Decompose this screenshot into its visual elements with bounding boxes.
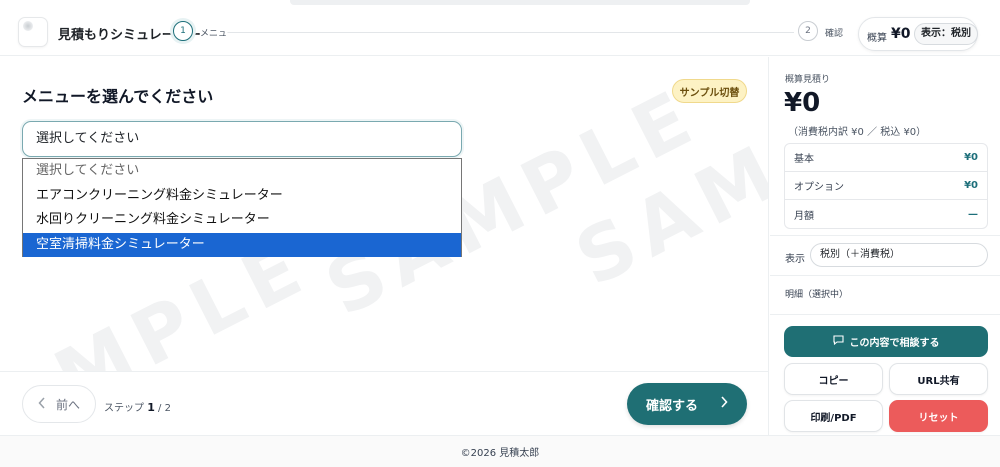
display-mode-select[interactable]: 税別（＋消費税）	[810, 243, 988, 267]
step-progress-line	[228, 32, 794, 33]
breakdown-row: 基本 ¥0	[785, 144, 987, 172]
tax-breakdown: （消費税内訳 ¥0 ／ 税込 ¥0）	[788, 127, 927, 138]
breakdown-row: 月額 —	[785, 200, 987, 228]
prev-button[interactable]: 前へ	[22, 385, 96, 423]
copy-button[interactable]: コピー	[784, 363, 883, 395]
share-url-button[interactable]: URL共有	[889, 363, 988, 395]
estimate-total: ¥0	[784, 88, 821, 118]
step-counter-prefix: ステップ	[104, 403, 144, 414]
consult-button[interactable]: この内容で相談する	[784, 326, 988, 357]
step-2-label: 確認	[825, 29, 844, 39]
main-panel: SAMPLE SAMPLE SAMPLE メニューを選んでください サンプル切替…	[0, 57, 769, 435]
breakdown-value: —	[968, 208, 978, 220]
summary-amount: ¥0	[891, 26, 911, 42]
page-footer: ©2026 見積太郎	[0, 435, 1000, 467]
copyright-text: ©2026 見積太郎	[460, 448, 540, 459]
menu-dropdown-list: 選択してください エアコンクリーニング料金シミュレーター 水回りクリーニング料金…	[22, 158, 462, 257]
confirm-button-label: 確認する	[645, 398, 698, 414]
breakdown-label: オプション	[794, 182, 844, 193]
top-bar-shape	[290, 0, 750, 5]
estimate-sidebar: 概算見積り ¥0 （消費税内訳 ¥0 ／ 税込 ¥0） 基本 ¥0 オプション …	[770, 57, 1000, 435]
chat-icon	[832, 335, 844, 348]
sidebar-title: 概算見積り	[785, 75, 831, 85]
step-1-indicator[interactable]: 1	[173, 21, 193, 41]
dropdown-option-placeholder[interactable]: 選択してください	[23, 159, 461, 184]
sidebar-divider	[770, 314, 1000, 315]
step-navigation-bar: 前へ ステップ 1 / 2 確認する	[0, 371, 768, 435]
sidebar-divider	[770, 275, 1000, 276]
detail-section-label: 明細（選択中）	[785, 290, 849, 300]
summary-label: 概算	[867, 33, 887, 44]
step-2-indicator[interactable]: 2	[798, 21, 818, 41]
dropdown-option-vacant-room[interactable]: 空室清掃料金シミュレーター	[23, 232, 461, 257]
menu-select[interactable]: 選択してください	[22, 121, 462, 157]
step-counter-total: / 2	[158, 403, 171, 414]
chevron-right-icon	[720, 396, 728, 412]
sample-toggle-button[interactable]: サンプル切替	[672, 79, 747, 103]
chevron-left-icon	[38, 396, 46, 412]
dropdown-option-water[interactable]: 水回りクリーニング料金シミュレーター	[23, 208, 461, 233]
step-counter: ステップ 1 / 2	[104, 399, 171, 414]
prev-button-label: 前へ	[55, 397, 80, 412]
dropdown-option-aircon[interactable]: エアコンクリーニング料金シミュレーター	[23, 184, 461, 209]
estimate-breakdown-table: 基本 ¥0 オプション ¥0 月額 —	[784, 143, 988, 229]
step-counter-current: 1	[147, 401, 155, 414]
display-mode-label: 表示	[785, 254, 805, 265]
breakdown-label: 月額	[794, 210, 814, 222]
summary-pill: 概算 ¥0 表示：税別	[858, 17, 978, 51]
consult-button-label: この内容で相談する	[849, 338, 940, 349]
sidebar-divider	[770, 235, 1000, 236]
breakdown-label: 基本	[794, 154, 814, 165]
app-header: 見積もりシミュレーター 1 メニュー 2 確認 概算 ¥0 表示：税別	[0, 6, 1000, 56]
print-pdf-button[interactable]: 印刷/PDF	[784, 400, 883, 432]
breakdown-row: オプション ¥0	[785, 172, 987, 200]
page-title: メニューを選んでください	[22, 87, 214, 106]
breakdown-value: ¥0	[964, 180, 978, 191]
tax-display-toggle[interactable]: 表示：税別	[914, 23, 978, 45]
breakdown-value: ¥0	[964, 152, 978, 163]
confirm-button[interactable]: 確認する	[627, 383, 747, 425]
logo-icon	[18, 17, 48, 47]
reset-button[interactable]: リセット	[889, 400, 988, 432]
